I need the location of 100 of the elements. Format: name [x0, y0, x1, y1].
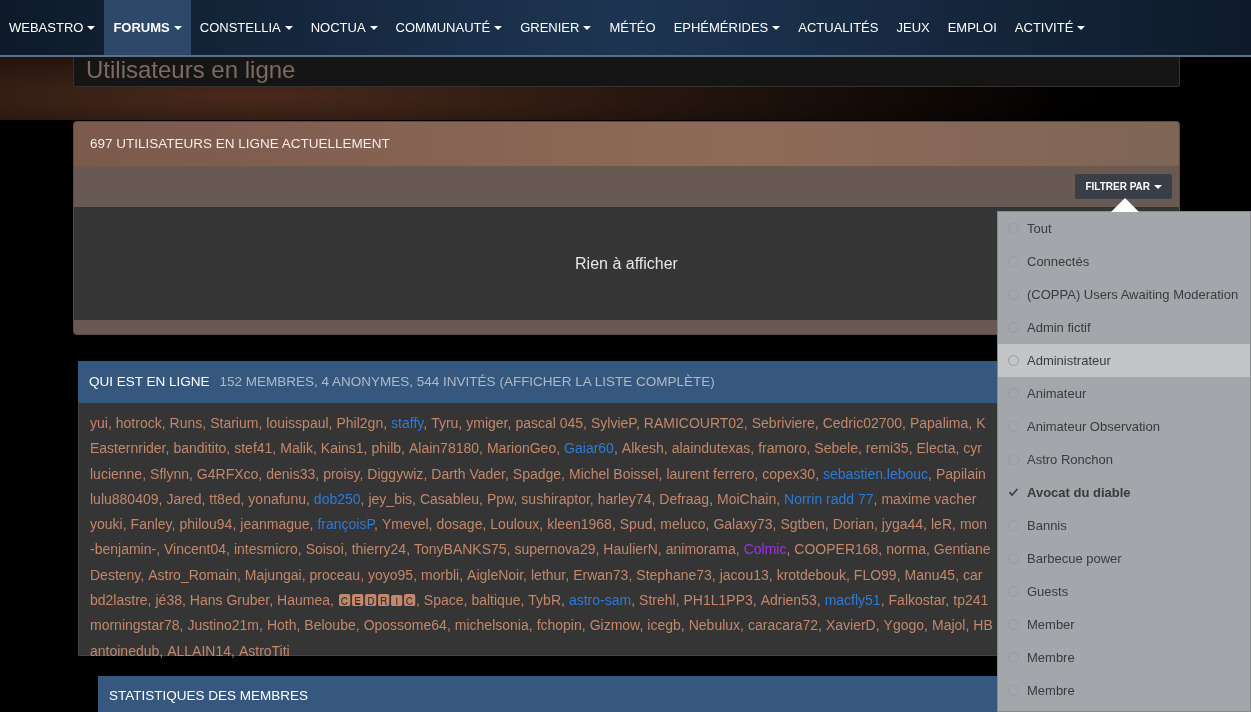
member-link[interactable]: michelsonia [454, 617, 529, 634]
member-link[interactable]: jeanmague [240, 516, 310, 533]
nav-item[interactable]: JEUX [887, 0, 939, 55]
member-link[interactable]: car [963, 566, 983, 583]
member-link[interactable]: Kains1 [320, 440, 364, 457]
member-link[interactable]: Adrien53 [760, 592, 817, 609]
member-link[interactable]: Soisoi [305, 541, 344, 558]
member-link[interactable]: Majungai [244, 566, 302, 583]
member-link[interactable]: louisspaul [266, 415, 329, 431]
member-link[interactable]: Alkesh [621, 440, 664, 457]
member-link[interactable]: icegb [647, 617, 681, 634]
filter-option[interactable]: Barbecue power [998, 542, 1250, 575]
member-link[interactable]: TonyBANKS75 [414, 541, 507, 558]
member-link[interactable]: mon [959, 516, 988, 533]
filter-option[interactable]: Membre [998, 674, 1250, 707]
member-link[interactable]: Papilain [936, 465, 986, 482]
member-link[interactable]: Defraag [659, 490, 710, 507]
member-link[interactable]: AigleNoir [467, 566, 524, 583]
member-link[interactable]: krotdebouk [776, 566, 846, 583]
member-link[interactable]: Sgtben [780, 516, 825, 533]
member-link[interactable]: animorama [665, 541, 736, 558]
member-link[interactable]: Dorian [832, 516, 874, 533]
member-link[interactable]: Sebele [814, 440, 858, 457]
nav-item[interactable]: FORUMS [104, 0, 191, 55]
filter-option[interactable]: Bannis [998, 509, 1250, 542]
member-link[interactable]: dob250 [313, 490, 361, 507]
member-link[interactable]: lulu880409 [90, 490, 159, 507]
member-link[interactable]: Easternrider [90, 440, 166, 457]
member-link[interactable]: macfly51 [824, 592, 881, 609]
member-link[interactable]: kleen1968 [547, 516, 612, 533]
member-link[interactable]: jacou13 [719, 566, 769, 583]
filter-option[interactable]: Animateur Observation [998, 410, 1250, 443]
member-link[interactable]: cyr [963, 440, 982, 457]
member-link[interactable]: RAMICOURT02 [643, 415, 744, 431]
member-link[interactable]: lethur [531, 566, 566, 583]
member-link[interactable]: bd2lastre [90, 592, 148, 609]
member-link[interactable]: Cedric02700 [822, 415, 903, 431]
member-link[interactable]: proceau [309, 566, 361, 583]
member-link[interactable]: tp241 [953, 592, 989, 609]
nav-item[interactable]: COMMUNAUTÉ [386, 0, 512, 55]
nav-item[interactable]: CONSTELLIA [190, 0, 302, 55]
member-link[interactable]: Fanley [130, 516, 172, 533]
nav-item[interactable]: WEBASTRO [0, 0, 105, 55]
member-link[interactable]: remi35 [865, 440, 909, 457]
member-link[interactable]: SylvieP [591, 415, 636, 431]
member-link[interactable]: françoisP [317, 516, 374, 533]
member-link[interactable]: FLO99 [853, 566, 897, 583]
member-link[interactable]: meluco [660, 516, 706, 533]
member-link[interactable]: yonafunu [248, 490, 306, 507]
member-link[interactable]: Falkostar [888, 592, 946, 609]
member-link[interactable]: maxime vacher [881, 490, 977, 507]
member-link[interactable]: lucienne [90, 465, 143, 482]
filter-option[interactable]: Connectés [998, 245, 1250, 278]
member-link[interactable]: sushiraptor [521, 490, 590, 507]
member-link[interactable]: -benjamin- [90, 541, 157, 558]
member-link[interactable]: 🅲🅴🅳🆁🅸🅲 [337, 592, 416, 609]
member-link[interactable]: Sflynn [150, 465, 189, 482]
member-link[interactable]: Malik [280, 440, 313, 457]
member-link[interactable]: Darth Vader [431, 465, 505, 482]
filter-option[interactable]: Membre [998, 641, 1250, 674]
member-link[interactable]: fchopin [536, 617, 582, 634]
member-link[interactable]: Justino21m [187, 617, 259, 634]
nav-item[interactable]: GRENIER [511, 0, 601, 55]
filter-option[interactable]: Admin fictif [998, 311, 1250, 344]
member-link[interactable]: Spadge [512, 465, 562, 482]
member-link[interactable]: PH1L1PP3 [683, 592, 753, 609]
member-link[interactable]: jé38 [155, 592, 182, 609]
member-link[interactable]: Galaxy73 [713, 516, 773, 533]
member-link[interactable]: Stephane73 [636, 566, 712, 583]
member-link[interactable]: Strehl [639, 592, 676, 609]
member-link[interactable]: intesmicro [233, 541, 298, 558]
member-link[interactable]: Astro_Romain [148, 566, 237, 583]
member-link[interactable]: yui [90, 415, 108, 431]
nav-item[interactable]: ACTUALITÉS [789, 0, 888, 55]
filter-option[interactable]: Animateur [998, 377, 1250, 410]
member-link[interactable]: HB [973, 617, 993, 634]
member-link[interactable]: hotrock [115, 415, 162, 431]
filter-option[interactable]: Tout [998, 212, 1250, 245]
filter-option[interactable]: Astro Ronchon [998, 443, 1250, 476]
nav-item[interactable]: EMPLOI [938, 0, 1006, 55]
member-link[interactable]: XavierD [825, 617, 876, 634]
member-link[interactable]: Casableu [419, 490, 480, 507]
member-link[interactable]: ALLAIN14 [167, 642, 231, 659]
filter-option[interactable]: Administrateur [998, 344, 1250, 377]
member-link[interactable]: youki [90, 516, 123, 533]
nav-item[interactable]: NOCTUA [301, 0, 387, 55]
member-link[interactable]: leR [931, 516, 952, 533]
nav-item[interactable]: ACTIVITÉ [1005, 0, 1095, 55]
member-link[interactable]: AstroTiti [238, 642, 290, 659]
member-link[interactable]: K [976, 415, 986, 431]
member-link[interactable]: HaulierN [603, 541, 658, 558]
filter-option[interactable]: Avocat du diable [998, 476, 1250, 509]
member-link[interactable]: Beloube [304, 617, 356, 634]
member-link[interactable]: Ymevel [381, 516, 429, 533]
filter-option[interactable]: Guests [998, 575, 1250, 608]
filter-option[interactable]: Member [998, 608, 1250, 641]
member-link[interactable]: Space [423, 592, 464, 609]
member-link[interactable]: Opossome64 [363, 617, 447, 634]
member-link[interactable]: norma [886, 541, 926, 558]
member-link[interactable]: Alain78180 [409, 440, 480, 457]
